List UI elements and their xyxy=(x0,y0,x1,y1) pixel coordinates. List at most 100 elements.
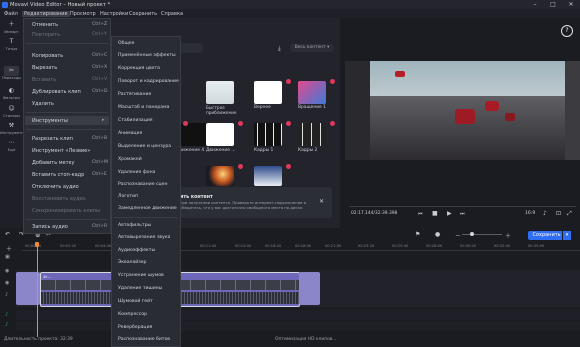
media-thumb[interactable] xyxy=(254,166,282,186)
text-icon[interactable]: T xyxy=(4,37,19,47)
menu-item-copy[interactable]: Копировать xyxy=(32,53,63,59)
next-frame-icon[interactable]: ⏭ xyxy=(460,211,465,217)
prev-frame-icon[interactable]: ■ xyxy=(432,210,438,217)
player-progress-bar[interactable] xyxy=(349,206,576,207)
download-icon[interactable]: ⤓ xyxy=(278,45,281,53)
zoom-slider[interactable] xyxy=(462,234,502,235)
fullscreen-icon[interactable]: ⤢ xyxy=(567,210,572,218)
playhead[interactable] xyxy=(37,247,38,337)
submenu-item[interactable]: Замедленное движение xyxy=(118,206,177,211)
zoom-handle[interactable] xyxy=(470,232,474,236)
menu-item-undo[interactable]: Отменить xyxy=(32,22,58,28)
submenu-item[interactable]: Масштаб и панорама xyxy=(118,105,169,110)
minimize-button[interactable]: – xyxy=(526,0,544,9)
media-thumb[interactable] xyxy=(254,123,282,146)
menu-item-restore-audio[interactable]: Восстановить аудио xyxy=(32,196,86,202)
menu-edit[interactable]: Редактирование xyxy=(22,10,70,17)
play-icon[interactable]: ▶ xyxy=(447,210,452,217)
submenu-item[interactable]: Автофильтры xyxy=(118,223,151,228)
save-button[interactable]: Сохранить xyxy=(528,231,565,240)
track-music-icon[interactable]: ♪ xyxy=(5,322,8,328)
menu-item-redo[interactable]: Повторить xyxy=(32,32,60,38)
close-notice-icon[interactable]: ✕ xyxy=(319,198,324,205)
marker-icon[interactable]: ⚑ xyxy=(415,231,420,238)
zoom-in-icon[interactable]: ＋ xyxy=(505,231,511,240)
submenu-item[interactable]: Анимация xyxy=(118,131,142,136)
skip-back-icon[interactable]: ⏮ xyxy=(418,211,423,217)
filters-icon[interactable]: ◐ xyxy=(4,86,19,96)
sort-dropdown[interactable]: Весь контент ▾ xyxy=(290,44,334,52)
submenu-item[interactable]: Логотип xyxy=(118,194,138,199)
submenu-item[interactable]: Компрессор xyxy=(118,312,147,317)
sidebar-item-titles[interactable]: Титры xyxy=(0,47,23,51)
track-music-icon[interactable]: ♪ xyxy=(5,312,8,318)
media-thumb[interactable] xyxy=(206,123,234,146)
menu-item-sync-clips[interactable]: Синхронизировать клипы xyxy=(32,208,100,214)
track-lock-icon[interactable]: ▣ xyxy=(5,254,10,260)
sidebar-item-tools[interactable]: Инструменты xyxy=(0,131,26,135)
media-thumb[interactable] xyxy=(254,81,282,104)
sidebar-item-more[interactable]: Ещё xyxy=(0,148,23,152)
submenu-item[interactable]: Удаление тишины xyxy=(118,286,162,291)
menu-item-tools[interactable]: Инструменты xyxy=(32,118,68,124)
menu-help[interactable]: Справка xyxy=(161,11,183,17)
media-thumb[interactable] xyxy=(181,123,209,146)
submenu-item[interactable]: Распознавание сцен xyxy=(118,182,167,187)
more-icon[interactable]: ⋯ xyxy=(4,138,19,148)
track-mute-icon[interactable]: ◉ xyxy=(5,268,9,274)
media-thumb[interactable] xyxy=(206,166,234,186)
media-thumb[interactable] xyxy=(298,123,326,146)
volume-icon[interactable]: ♪ xyxy=(543,210,547,217)
stickers-icon[interactable]: ☺ xyxy=(4,104,19,114)
close-button[interactable]: ✕ xyxy=(562,0,580,9)
audio-track[interactable] xyxy=(16,321,580,331)
submenu-item[interactable]: Стабилизация xyxy=(118,118,153,123)
menu-item-record-audio[interactable]: Запись аудио xyxy=(32,224,68,230)
aspect-ratio-select[interactable]: 16:9 xyxy=(525,211,535,216)
menu-item-blade-tool[interactable]: Инструмент «Лезвие» xyxy=(32,148,90,154)
transitions-icon[interactable]: ✂ xyxy=(4,66,19,76)
submenu-item[interactable]: Выделение и цензура xyxy=(118,144,171,149)
menu-item-cut[interactable]: Вырезать xyxy=(32,65,57,71)
undo-icon[interactable]: ↶ xyxy=(5,231,10,238)
sidebar-item-import[interactable]: Импорт xyxy=(0,30,23,34)
menu-settings[interactable]: Настройки xyxy=(100,11,128,17)
menu-file[interactable]: Файл xyxy=(4,11,18,17)
sidebar-item-stickers[interactable]: Стикеры xyxy=(0,114,23,118)
add-icon[interactable]: ＋ xyxy=(4,20,19,30)
submenu-item[interactable]: Распознавание битов xyxy=(118,337,170,342)
video-clip[interactable] xyxy=(299,272,320,305)
media-thumb[interactable] xyxy=(298,81,326,104)
submenu-item[interactable]: Реверберация xyxy=(118,325,152,330)
help-icon[interactable]: ? xyxy=(561,25,573,37)
track-audio-icon[interactable]: ♪ xyxy=(5,292,8,298)
submenu-item[interactable]: Аудиоэффекты xyxy=(118,248,155,253)
submenu-item[interactable]: Удаление фона xyxy=(118,170,155,175)
submenu-item[interactable]: Применённые эффекты xyxy=(118,53,176,58)
submenu-item[interactable]: Устранение шумов xyxy=(118,273,164,278)
maximize-button[interactable]: □ xyxy=(544,0,562,9)
submenu-item[interactable]: Автовырезание звука xyxy=(118,235,170,240)
tools-icon[interactable]: ⚒ xyxy=(4,121,19,131)
menu-item-add-marker[interactable]: Добавить метку xyxy=(32,160,75,166)
media-thumb[interactable] xyxy=(206,81,234,104)
submenu-item[interactable]: Коррекция цвета xyxy=(118,66,160,71)
zoom-out-icon[interactable]: － xyxy=(455,231,461,240)
submenu-item[interactable]: Шумовой гейт xyxy=(118,299,153,304)
record-icon[interactable]: ● xyxy=(435,231,440,238)
sidebar-item-transitions[interactable]: Переходы xyxy=(0,76,23,80)
submenu-item[interactable]: Растягивание xyxy=(118,92,151,97)
audio-track[interactable] xyxy=(16,310,580,320)
add-track-icon[interactable]: ＋ xyxy=(6,244,12,253)
menu-item-duplicate[interactable]: Дублировать клип xyxy=(32,89,81,95)
sidebar-item-filters[interactable]: Фильтры xyxy=(0,96,23,100)
submenu-item[interactable]: Эквалайзер xyxy=(118,260,146,265)
track-visibility-icon[interactable]: ◉ xyxy=(5,280,9,286)
snapshot-icon[interactable]: ⊡ xyxy=(556,210,561,217)
menu-item-freeze-frame[interactable]: Вставить стоп-кадр xyxy=(32,172,84,178)
submenu-item[interactable]: Общее xyxy=(118,41,134,46)
save-options-button[interactable]: ▾ xyxy=(562,231,571,240)
menu-save[interactable]: Сохранить xyxy=(129,11,157,17)
submenu-item[interactable]: Хромакей xyxy=(118,157,142,162)
menu-item-paste[interactable]: Вставить xyxy=(32,77,56,83)
